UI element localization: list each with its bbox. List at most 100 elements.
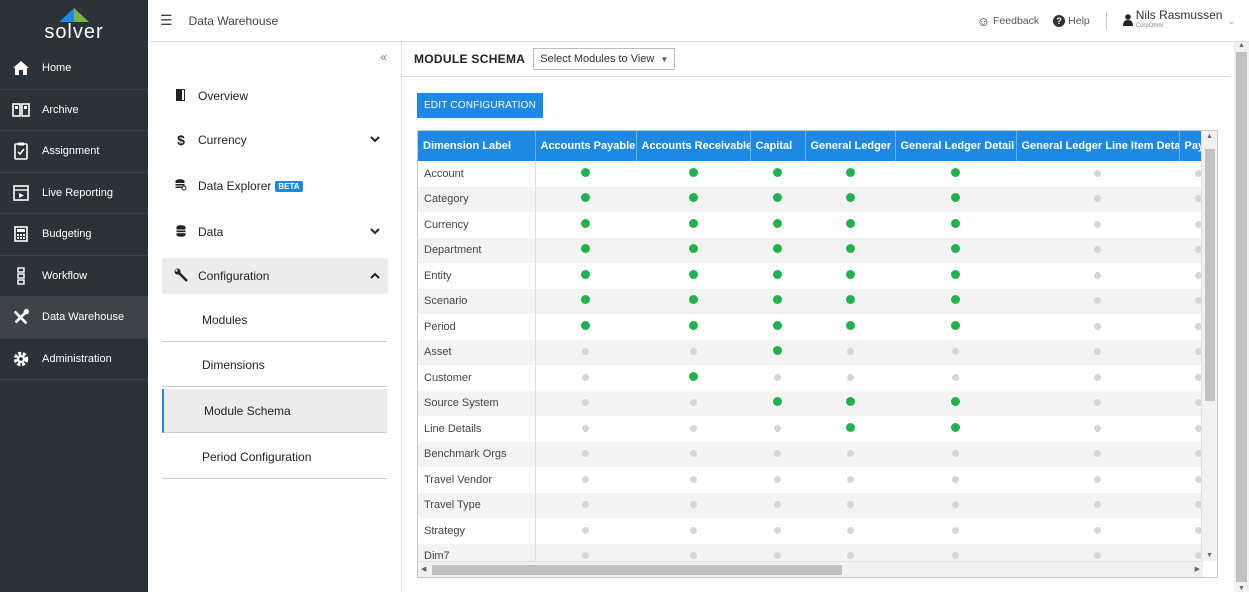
disabled-dot-icon (1094, 195, 1101, 203)
nav-item-workflow[interactable]: Workflow (0, 256, 148, 297)
schema-cell (1179, 416, 1203, 442)
sidebar-subitem-period-configuration[interactable]: Period Configuration (162, 435, 387, 479)
enabled-dot-icon (688, 218, 698, 228)
user-org: CorpOmni (1135, 23, 1164, 29)
schema-cell (636, 441, 750, 467)
module-select-dropdown[interactable]: Select Modules to View ▼ (533, 48, 676, 70)
sidebar-subitem-dimensions[interactable]: Dimensions (162, 343, 387, 387)
schema-cell (895, 416, 1016, 442)
vertical-scrollbar[interactable]: ▲ ▼ (1201, 131, 1217, 561)
schema-cell (750, 543, 805, 561)
feedback-link[interactable]: ☺ Feedback (977, 14, 1039, 29)
page-scroll-up-icon[interactable]: ▲ (1238, 42, 1245, 49)
dimension-label: Scenario (418, 288, 536, 314)
page-scroll-thumb[interactable] (1236, 52, 1247, 582)
schema-cell (535, 390, 636, 416)
disabled-dot-icon (582, 552, 590, 560)
schema-cell (636, 416, 750, 442)
column-header[interactable]: Accounts Payable (535, 131, 637, 161)
schema-cell (535, 186, 636, 212)
scroll-left-icon[interactable]: ◀ (421, 565, 426, 573)
column-header[interactable]: Dimension Label (418, 131, 536, 161)
nav-label: Live Reporting (42, 186, 113, 199)
edit-configuration-button[interactable]: EDIT CONFIGURATION (417, 93, 543, 118)
schema-cell (1179, 390, 1203, 416)
nav-item-budgeting[interactable]: Budgeting (0, 214, 148, 256)
sidebar-subitem-module-schema[interactable]: Module Schema (162, 389, 387, 433)
user-icon (1122, 13, 1133, 29)
sidebar-item-overview[interactable]: Overview (162, 78, 388, 114)
user-menu[interactable]: Nils Rasmussen CorpOmni ⌄ (1122, 9, 1235, 32)
horizontal-scroll-thumb[interactable] (432, 565, 842, 575)
sidebar-item-data[interactable]: Data (162, 214, 388, 250)
schema-cell (750, 441, 805, 467)
clipboard-icon (12, 142, 30, 161)
dimension-label: Strategy (418, 518, 536, 544)
scroll-down-icon[interactable]: ▼ (1206, 552, 1213, 559)
table-row: Currency (418, 212, 1203, 238)
enabled-dot-icon (688, 320, 698, 330)
column-header[interactable]: General Ledger Detail (895, 131, 1017, 161)
nav-item-administration[interactable]: Administration (0, 339, 148, 380)
horizontal-scrollbar[interactable]: ◀ ▶ (418, 561, 1203, 577)
module-select-placeholder: Select Modules to View (540, 53, 655, 65)
enabled-dot-icon (581, 167, 591, 177)
scroll-up-icon[interactable]: ▲ (1206, 133, 1213, 140)
column-header[interactable]: General Ledger (805, 131, 896, 161)
schema-cell (1016, 161, 1179, 187)
nav-item-assignment[interactable]: Assignment (0, 131, 148, 173)
schema-cell (750, 416, 805, 442)
dimension-label: Travel Type (418, 492, 536, 518)
table-row: Benchmark Orgs (418, 441, 1203, 467)
schema-cell (636, 186, 750, 212)
nav-item-home[interactable]: Home (0, 48, 148, 90)
table-row: Asset (418, 339, 1203, 365)
column-header[interactable]: Pay (1179, 131, 1203, 161)
schema-cell (636, 237, 750, 263)
column-header[interactable]: General Ledger Line Item Detail (1016, 131, 1180, 161)
schema-cell (535, 212, 636, 238)
nav-label: Administration (42, 352, 112, 365)
sidebar-subitem-modules[interactable]: Modules (162, 298, 387, 342)
schema-table: Dimension Label Accounts Payable Accounts … (418, 131, 1203, 561)
column-header[interactable]: Accounts Receivable (636, 131, 751, 161)
enabled-dot-icon (845, 320, 855, 330)
disabled-dot-icon (774, 450, 781, 458)
scroll-right-icon[interactable]: ▶ (1195, 565, 1200, 573)
table-row: Travel Type (418, 492, 1203, 518)
table-row: Travel Vendor (418, 467, 1203, 493)
help-link[interactable]: ? Help (1053, 15, 1090, 27)
disabled-dot-icon (774, 501, 781, 509)
schema-cell (535, 263, 636, 289)
disabled-dot-icon (1094, 220, 1101, 228)
page-scroll-down-icon[interactable]: ▼ (1238, 585, 1245, 592)
solver-logo[interactable]: solver (0, 0, 148, 48)
sidebar-item-configuration[interactable]: Configuration (162, 258, 388, 294)
schema-cell (805, 339, 895, 365)
nav-item-live-reporting[interactable]: Live Reporting (0, 173, 148, 214)
page-scrollbar[interactable]: ▲ ▼ (1234, 42, 1249, 592)
main-content: MODULE SCHEMA Select Modules to View ▼ E… (402, 42, 1234, 592)
sidebar-item-currency[interactable]: $ Currency (162, 122, 388, 158)
grid-viewport: Dimension Label Accounts Payable Accounts … (418, 131, 1203, 561)
column-header[interactable]: Capital (750, 131, 806, 161)
hamburger-menu-icon[interactable]: ☰ (160, 12, 173, 29)
disabled-dot-icon (846, 526, 854, 534)
sidebar-item-data-explorer[interactable]: Data Explorer BETA (162, 168, 388, 204)
disabled-dot-icon (689, 501, 697, 509)
schema-cell (1016, 339, 1179, 365)
disabled-dot-icon (1094, 399, 1101, 407)
nav-item-data-warehouse[interactable]: Data Warehouse (0, 297, 148, 339)
collapse-panel-icon[interactable]: « (380, 50, 387, 64)
app-title: Data Warehouse (188, 13, 279, 28)
schema-cell (1016, 390, 1179, 416)
vertical-scroll-thumb[interactable] (1205, 149, 1215, 401)
schema-cell (805, 390, 895, 416)
disabled-dot-icon (1094, 169, 1101, 177)
enabled-dot-icon (688, 244, 698, 254)
schema-cell (535, 467, 636, 493)
schema-cell (805, 543, 895, 561)
schema-cell (535, 416, 636, 442)
disabled-dot-icon (1094, 348, 1101, 356)
nav-item-archive[interactable]: Archive (0, 90, 148, 131)
